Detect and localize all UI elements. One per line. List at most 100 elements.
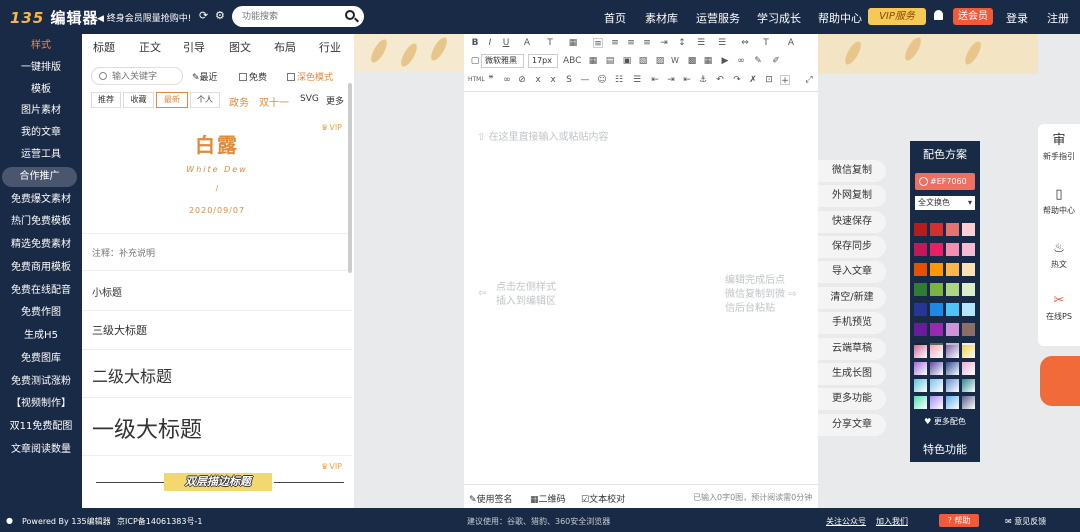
gradient-swatch[interactable]: [930, 362, 943, 375]
font-family-select[interactable]: 微软雅黑: [481, 54, 524, 68]
image-left-icon[interactable]: ▧: [638, 56, 648, 66]
subscript-icon[interactable]: x: [533, 75, 543, 85]
quote-icon[interactable]: ❞: [486, 75, 496, 85]
expand-icon[interactable]: ⤢: [804, 75, 814, 85]
sidebar-item-video[interactable]: 【视频制作】: [0, 394, 82, 414]
keyword-input[interactable]: [112, 70, 180, 83]
follow-link[interactable]: 关注公众号: [826, 516, 866, 527]
sidebar-item-one-click-layout[interactable]: 一键排版: [0, 58, 82, 78]
sidebar-item-reads[interactable]: 文章阅读数量: [0, 440, 82, 460]
tab-body[interactable]: 正文: [139, 39, 161, 55]
keyword-search[interactable]: [91, 67, 183, 85]
grid-icon[interactable]: ▤: [605, 56, 615, 66]
sidebar-item-fans[interactable]: 免费测试涨粉: [0, 372, 82, 392]
sidebar-item-double11[interactable]: 双11免费配图: [0, 417, 82, 437]
cloud-draft-button[interactable]: 云端草稿: [818, 338, 886, 360]
import-article-button[interactable]: 导入文章: [818, 261, 886, 283]
send-vip-button[interactable]: 送会员: [953, 8, 993, 25]
sidebar-item-dubbing[interactable]: 免费在线配音: [0, 281, 82, 301]
wechat-copy-button[interactable]: 微信复制: [818, 160, 886, 182]
sidebar-item-free-viral[interactable]: 免费爆文素材: [0, 190, 82, 210]
link-government[interactable]: 政务: [229, 94, 249, 109]
editor-placeholder[interactable]: ⇧ 在这里直接输入或粘贴内容: [477, 128, 609, 143]
sidebar-item-ops-tools[interactable]: 运营工具: [0, 145, 82, 165]
pen-icon[interactable]: ✎: [753, 56, 763, 66]
color-swatch[interactable]: [946, 283, 959, 296]
color-swatch[interactable]: [930, 323, 943, 336]
color-swatch[interactable]: [930, 243, 943, 256]
gallery-icon[interactable]: ▦: [703, 56, 713, 66]
proofread-button[interactable]: ☑文本校对: [581, 492, 625, 505]
link-icon[interactable]: ∞: [502, 75, 512, 85]
photo-icon[interactable]: ▩: [687, 56, 697, 66]
gradient-swatch[interactable]: [930, 345, 943, 358]
document-icon[interactable]: ▢: [470, 56, 480, 66]
recent-filter[interactable]: ✎最近: [192, 70, 218, 83]
color-swatch[interactable]: [914, 223, 927, 236]
dark-mode-checkbox[interactable]: 深色模式: [287, 70, 333, 83]
table-icon[interactable]: ▦: [568, 38, 578, 48]
superscript-icon[interactable]: x: [548, 75, 558, 85]
horizontal-rule-icon[interactable]: —: [580, 75, 590, 85]
strikethrough-icon[interactable]: S: [564, 75, 574, 85]
gradient-swatch[interactable]: [914, 396, 927, 409]
subtab-recommend[interactable]: 推荐: [91, 92, 121, 108]
promo-gift-icon[interactable]: [1040, 356, 1080, 406]
color-swatch[interactable]: [962, 323, 975, 336]
mobile-preview-button[interactable]: 手机预览: [818, 312, 886, 334]
justify-icon[interactable]: ≡: [642, 38, 652, 48]
hot-articles-button[interactable]: ♨ 热文: [1038, 242, 1080, 270]
color-swatch[interactable]: [962, 303, 975, 316]
unordered-list-icon[interactable]: ☰: [632, 75, 642, 85]
gradient-swatch[interactable]: [962, 396, 975, 409]
tab-guide[interactable]: 引导: [183, 39, 205, 55]
gradient-swatch[interactable]: [962, 379, 975, 392]
search-box[interactable]: [232, 6, 364, 27]
search-input[interactable]: [242, 9, 342, 24]
signature-button[interactable]: ✎使用签名: [469, 492, 513, 505]
font-color-icon[interactable]: A: [522, 38, 532, 48]
sidebar-item-h5[interactable]: 生成H5: [0, 326, 82, 346]
quick-save-button[interactable]: 快速保存: [818, 211, 886, 233]
letter-spacing-icon[interactable]: ⇔: [740, 38, 750, 48]
join-link[interactable]: 加入我们: [876, 516, 908, 527]
color-swatch[interactable]: [914, 263, 927, 276]
subtab-personal[interactable]: 个人: [190, 92, 220, 108]
gradient-swatch[interactable]: [946, 379, 959, 392]
color-swatch[interactable]: [930, 263, 943, 276]
text-size-icon[interactable]: T: [545, 38, 555, 48]
nav-operations[interactable]: 运营服务: [696, 10, 740, 26]
promo-link[interactable]: ◀ 终身会员限量抢购中!: [97, 11, 191, 24]
paragraph-spacing-icon[interactable]: ☰: [696, 38, 706, 48]
help-center-button[interactable]: ▯ 帮助中心: [1038, 188, 1080, 216]
style-card-baila[interactable]: VIP 白露 White Dew / 2020/09/07: [82, 117, 352, 233]
indent-icon[interactable]: ⇥: [659, 38, 669, 48]
online-ps-button[interactable]: ✂ 在线PS: [1038, 294, 1080, 322]
color-swatch[interactable]: [946, 243, 959, 256]
brush-icon[interactable]: ✐: [771, 56, 781, 66]
ordered-list-icon[interactable]: ☷: [614, 75, 624, 85]
subtab-favorites[interactable]: 收藏: [123, 92, 154, 108]
subtab-latest[interactable]: 最新: [156, 92, 188, 108]
color-swatch[interactable]: [914, 323, 927, 336]
small-title-style[interactable]: 小标题: [92, 284, 122, 299]
color-swatch[interactable]: [930, 223, 943, 236]
color-picker[interactable]: #EF7060: [915, 173, 975, 190]
feedback-link[interactable]: ✉ 意见反馈: [1005, 516, 1046, 527]
clear-new-button[interactable]: 清空/新建: [818, 287, 886, 309]
double-outline-title-style[interactable]: 双层描边标题: [164, 473, 272, 491]
search-icon[interactable]: [345, 10, 355, 20]
color-swatch[interactable]: [930, 303, 943, 316]
more-colors-link[interactable]: ♥ 更多配色: [910, 416, 980, 427]
outdent-icon[interactable]: ⇤: [650, 75, 660, 85]
link-svg[interactable]: SVG: [300, 94, 319, 104]
unlink-icon[interactable]: ⊘: [517, 75, 527, 85]
color-swatch[interactable]: [962, 223, 975, 236]
clear-format-icon[interactable]: A: [786, 38, 796, 48]
line-height-icon[interactable]: ↕: [677, 38, 687, 48]
sidebar-item-commercial-templates[interactable]: 免费商用模板: [0, 258, 82, 278]
settings-gear-icon[interactable]: ⚙: [215, 10, 227, 22]
undo-icon[interactable]: ↶: [715, 75, 725, 85]
qrcode-button[interactable]: ▦二维码: [530, 492, 566, 505]
register-link[interactable]: 注册: [1047, 10, 1069, 26]
